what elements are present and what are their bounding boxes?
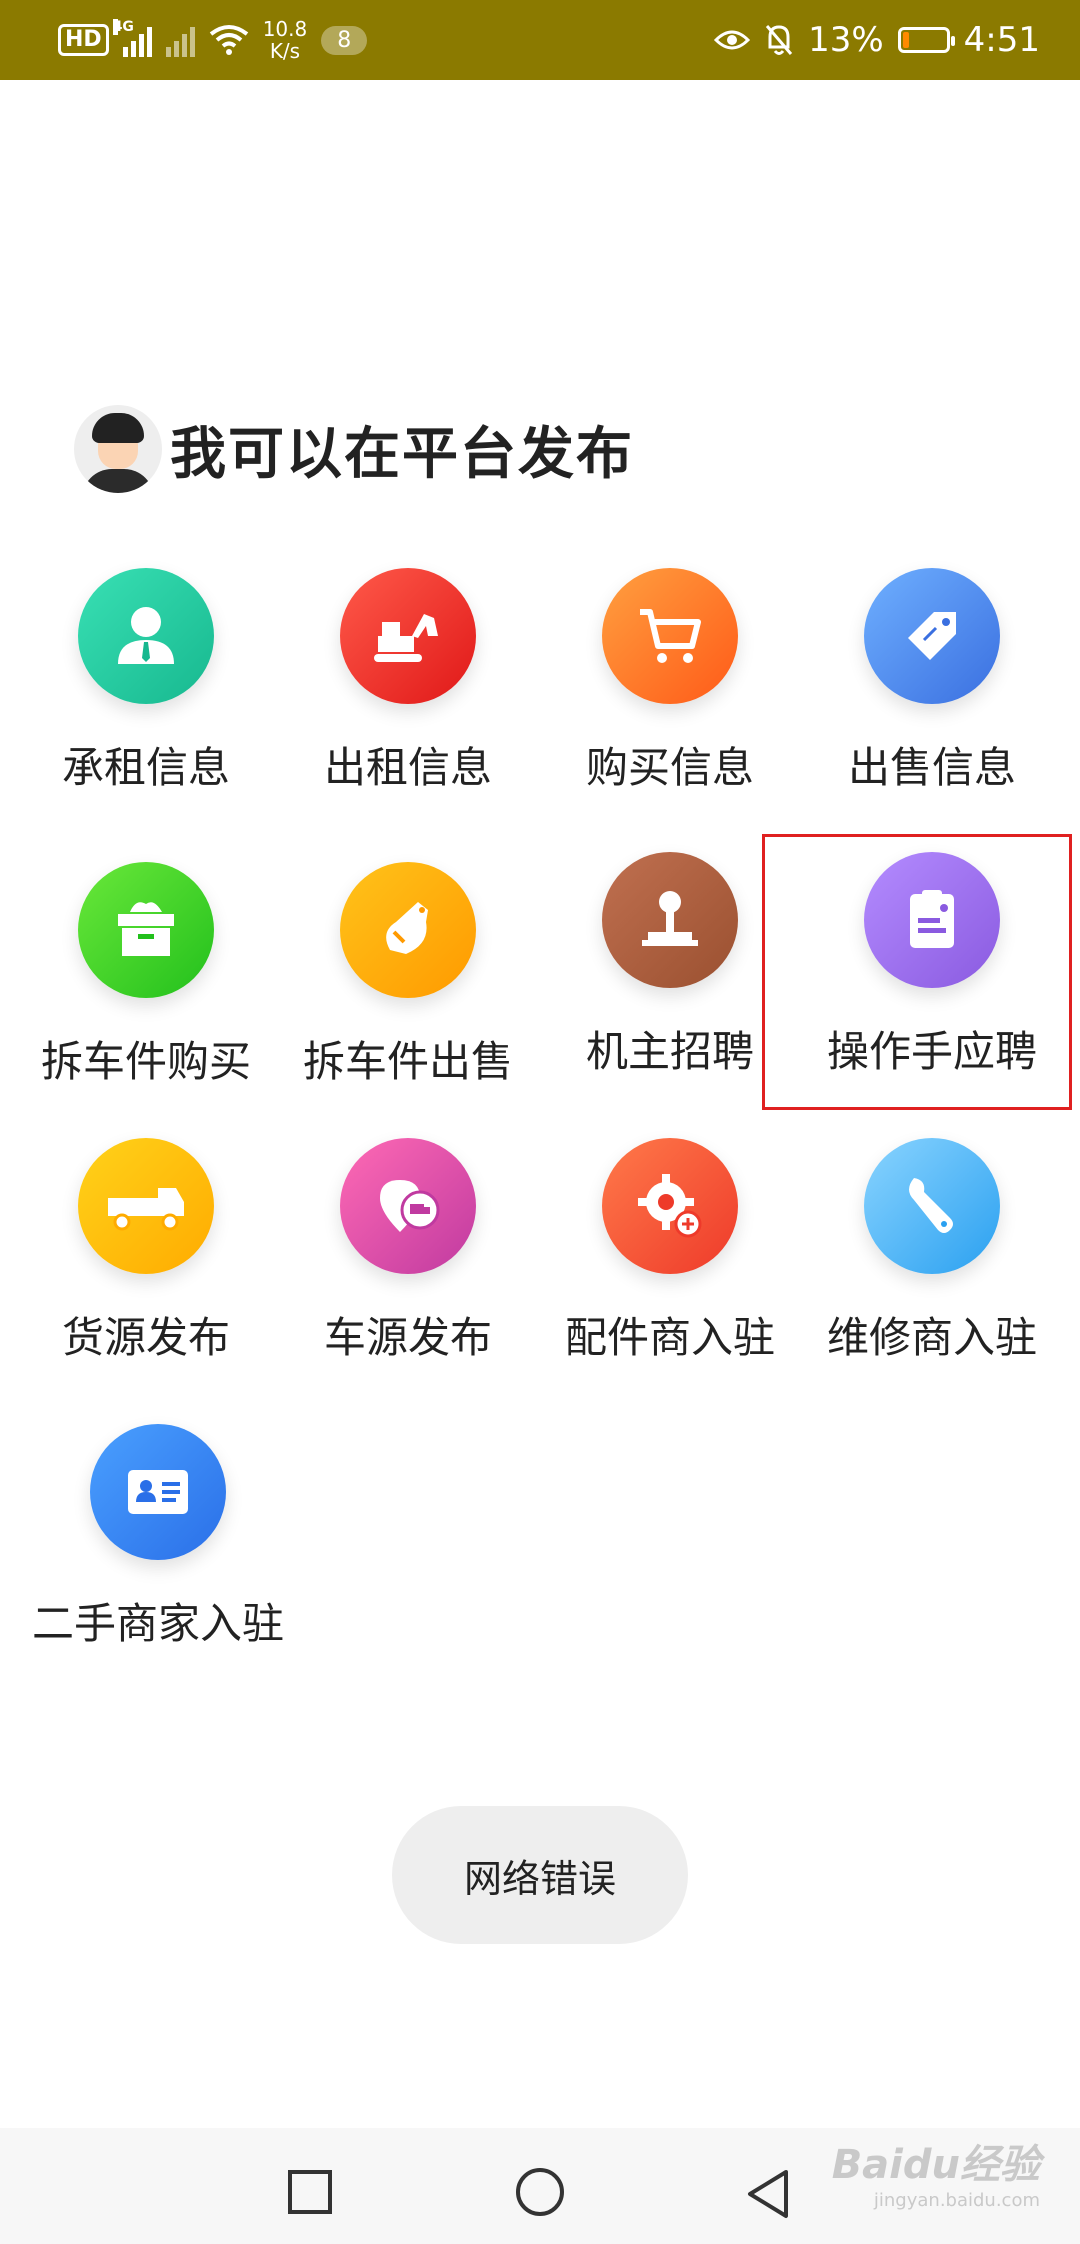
highlight-box xyxy=(762,834,1072,1110)
mute-bell-icon xyxy=(765,25,793,55)
excavator-icon xyxy=(340,568,476,704)
price-tag-icon xyxy=(864,568,1000,704)
item-label: 出售信息 xyxy=(847,743,1016,792)
item-label: 维修商入驻 xyxy=(826,1313,1037,1362)
toast-text: 网络错误 xyxy=(463,1856,616,1901)
item-buy[interactable]: 购买信息 xyxy=(538,568,802,795)
item-parts-dealer[interactable]: 配件商入驻 xyxy=(538,1138,802,1365)
item-repair-dealer[interactable]: 维修商入驻 xyxy=(800,1138,1064,1365)
eye-icon xyxy=(714,30,751,50)
bucket-icon xyxy=(340,862,476,998)
item-label: 拆车件出售 xyxy=(302,1037,513,1086)
cart-icon xyxy=(602,568,738,704)
id-card-icon xyxy=(90,1424,226,1560)
item-vehicle-post[interactable]: 车源发布 xyxy=(276,1138,540,1365)
joystick-icon xyxy=(602,852,738,988)
speed-unit: K/s xyxy=(269,39,301,63)
page-title: 我可以在平台发布 xyxy=(170,421,634,487)
speed-value: 10.8 xyxy=(262,17,308,41)
item-cargo-post[interactable]: 货源发布 xyxy=(14,1138,278,1365)
person-icon xyxy=(78,568,214,704)
item-label: 车源发布 xyxy=(323,1313,492,1362)
item-parts-buy[interactable]: 拆车件购买 xyxy=(14,862,278,1089)
baidu-watermark: Baidu经验 jingyan.baidu.com xyxy=(832,2132,1040,2211)
section-header: 我可以在平台发布 xyxy=(74,404,634,494)
signal-2-icon xyxy=(165,23,195,57)
recent-apps-button[interactable] xyxy=(286,2168,334,2216)
notification-count-badge: 8 xyxy=(321,25,368,55)
signal-icon: 4G xyxy=(112,19,152,57)
truck-icon xyxy=(78,1138,214,1274)
item-label: 二手商家入驻 xyxy=(31,1599,284,1648)
item-label: 货源发布 xyxy=(61,1313,230,1362)
back-button[interactable] xyxy=(744,2168,792,2220)
avatar xyxy=(74,405,162,493)
item-rent-in[interactable]: 承租信息 xyxy=(14,568,278,795)
watermark-url: jingyan.baidu.com xyxy=(873,2190,1040,2211)
home-button[interactable] xyxy=(514,2168,566,2220)
item-label: 拆车件购买 xyxy=(40,1037,251,1086)
wifi-icon xyxy=(209,25,248,55)
item-label: 购买信息 xyxy=(585,743,754,792)
status-left: HD 4G 10.8 K/s 8 xyxy=(58,0,368,80)
item-label: 承租信息 xyxy=(61,743,230,792)
battery-percent: 13% xyxy=(808,20,884,60)
battery-icon xyxy=(897,27,955,53)
item-parts-sell[interactable]: 拆车件出售 xyxy=(276,862,540,1089)
hd-icon: HD xyxy=(58,24,109,56)
network-type: 4G xyxy=(112,19,134,35)
toast-network-error: 网络错误 xyxy=(392,1806,688,1944)
watermark-text: Baidu经验 xyxy=(831,2142,1040,2188)
item-label: 配件商入驻 xyxy=(564,1313,775,1362)
wrench-icon xyxy=(864,1138,1000,1274)
location-truck-icon xyxy=(340,1138,476,1274)
item-rent-out[interactable]: 出租信息 xyxy=(276,568,540,795)
box-icon xyxy=(78,862,214,998)
clock: 4:51 xyxy=(963,20,1040,60)
item-label: 出租信息 xyxy=(323,743,492,792)
gear-plus-icon xyxy=(602,1138,738,1274)
item-used-dealer[interactable]: 二手商家入驻 xyxy=(26,1424,290,1651)
status-bar: HD 4G 10.8 K/s 8 13% 4:51 xyxy=(0,0,1080,80)
network-speed: 10.8 K/s xyxy=(263,18,308,62)
status-right: 13% 4:51 xyxy=(714,0,1040,80)
item-sell[interactable]: 出售信息 xyxy=(800,568,1064,795)
